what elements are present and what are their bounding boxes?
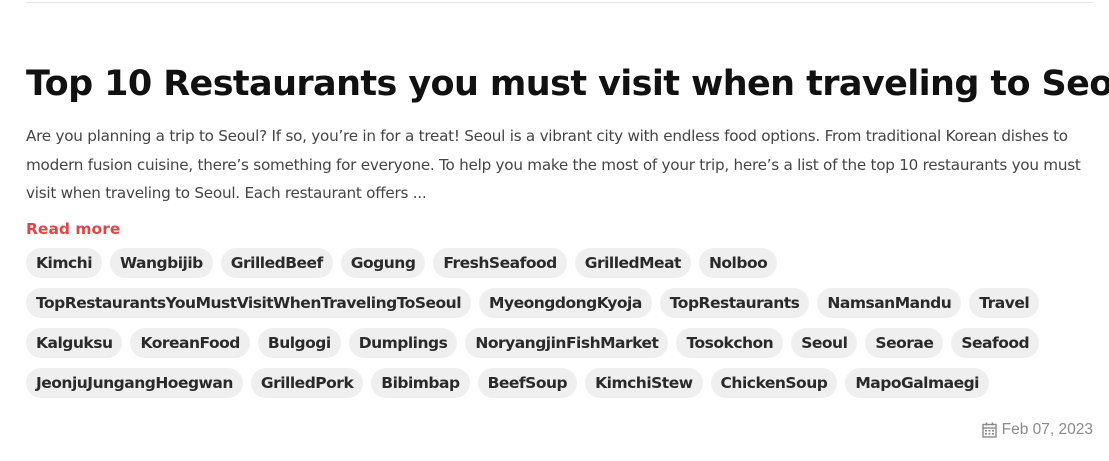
post-title[interactable]: Top 10 Restaurants you must visit when t…	[26, 60, 1109, 108]
tag-chip[interactable]: TopRestaurants	[659, 287, 810, 318]
tag-chip[interactable]: FreshSeafood	[433, 247, 567, 278]
tag-chip[interactable]: Seafood	[951, 327, 1040, 358]
read-more-link[interactable]: Read more	[26, 220, 120, 238]
top-divider	[26, 2, 1093, 3]
tag-chip[interactable]: GrilledBeef	[220, 247, 333, 278]
calendar-icon	[981, 422, 997, 438]
tag-chip[interactable]: Dumplings	[348, 327, 458, 358]
tag-chip[interactable]: ChickenSoup	[710, 367, 838, 398]
tag-chip[interactable]: JeonjuJungangHoegwan	[26, 367, 243, 398]
tag-chip[interactable]: Gogung	[340, 247, 426, 278]
post-excerpt: Are you planning a trip to Seoul? If so,…	[26, 127, 1081, 202]
tag-chip[interactable]: Seorae	[865, 327, 944, 358]
tag-chip[interactable]: KoreanFood	[130, 327, 250, 358]
tag-chip[interactable]: NoryangjinFishMarket	[465, 327, 669, 358]
tag-chip[interactable]: NamsanMandu	[817, 287, 962, 318]
tag-chip[interactable]: MapoGalmaegi	[845, 367, 989, 398]
post-date: Feb 07, 2023	[981, 421, 1093, 439]
tag-list: Kimchi Wangbijib GrilledBeef Gogung Fres…	[26, 247, 1096, 398]
tag-chip[interactable]: Nolboo	[698, 247, 778, 278]
tag-chip[interactable]: MyeongdongKyoja	[479, 287, 652, 318]
post-date-text: Feb 07, 2023	[1001, 421, 1093, 438]
tag-chip[interactable]: KimchiStew	[585, 367, 703, 398]
tag-chip[interactable]: Tosokchon	[676, 327, 784, 358]
tag-chip[interactable]: GrilledMeat	[574, 247, 691, 278]
tag-chip[interactable]: Seoul	[791, 327, 858, 358]
tag-chip[interactable]: BeefSoup	[477, 367, 578, 398]
tag-chip[interactable]: Wangbijib	[110, 247, 213, 278]
tag-chip[interactable]: GrilledPork	[250, 367, 364, 398]
post-card: Top 10 Restaurants you must visit when t…	[26, 60, 1109, 398]
tag-chip[interactable]: TopRestaurantsYouMustVisitWhenTravelingT…	[26, 287, 472, 318]
tag-chip[interactable]: Bibimbap	[371, 367, 470, 398]
tag-chip[interactable]: Kalguksu	[26, 327, 123, 358]
tag-chip[interactable]: Bulgogi	[257, 327, 341, 358]
tag-chip[interactable]: Travel	[969, 287, 1040, 318]
tag-chip[interactable]: Kimchi	[26, 247, 103, 278]
